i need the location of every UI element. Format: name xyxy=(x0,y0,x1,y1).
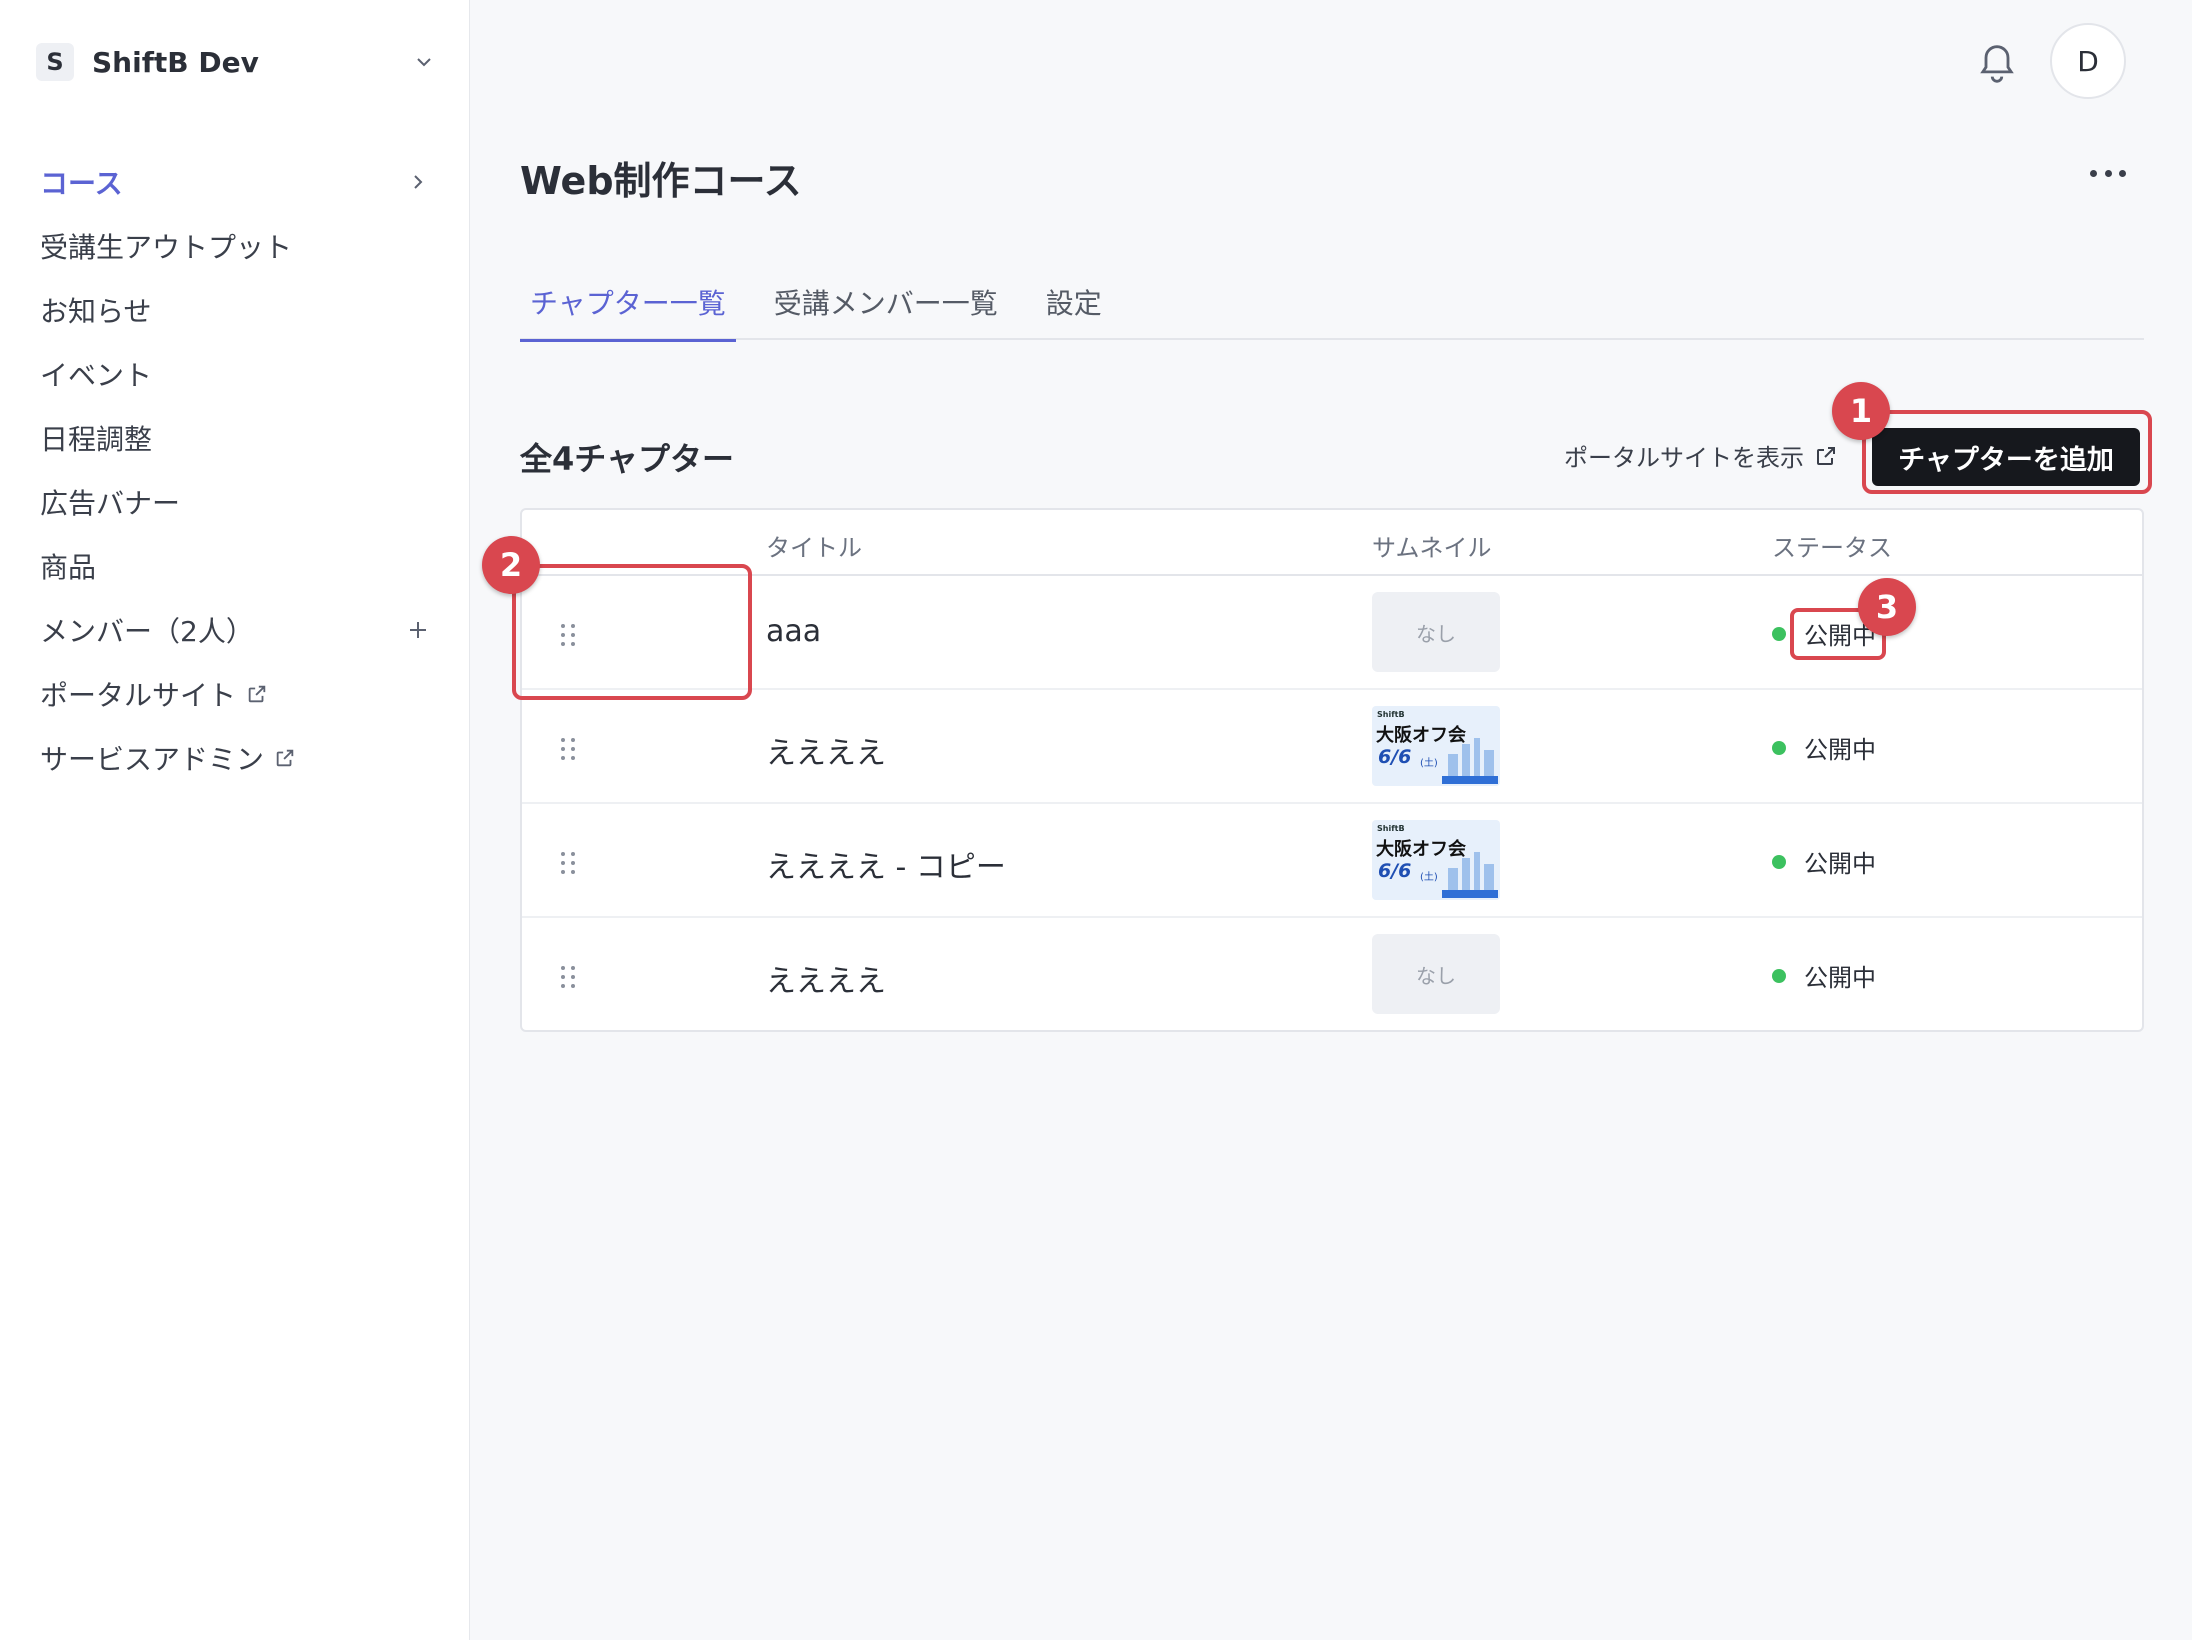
sidebar-item-student-output[interactable]: 受講生アウトプット xyxy=(40,214,430,278)
annotation-badge-1: 1 xyxy=(1832,382,1890,440)
sidebar-item-products[interactable]: 商品 xyxy=(40,534,430,598)
sidebar-item-label: イベント xyxy=(40,359,153,392)
sidebar: S ShiftB Dev コース 受講生アウトプット お知らせ イベント 日程調… xyxy=(0,0,470,1640)
sidebar-item-service-admin[interactable]: サービスアドミン xyxy=(40,726,430,790)
bell-icon[interactable] xyxy=(1978,42,2016,86)
sidebar-item-scheduling[interactable]: 日程調整 xyxy=(40,406,430,470)
annotation-badge-2: 2 xyxy=(482,536,540,594)
status-label: 公開中 xyxy=(1804,964,1876,992)
chapter-title[interactable]: ええええ xyxy=(766,728,886,772)
thumbnail-day: (土) xyxy=(1420,758,1438,769)
workspace-name: ShiftB Dev xyxy=(92,45,259,79)
status-dot xyxy=(1772,740,1786,755)
tab-members[interactable]: 受講メンバー一覧 xyxy=(764,278,1008,340)
thumbnail-placeholder: なし xyxy=(1372,934,1500,1014)
external-link-icon xyxy=(1817,446,1835,465)
castle-illustration xyxy=(1442,852,1498,898)
portal-site-link-label: ポータルサイトを表示 xyxy=(1564,444,1804,472)
sidebar-item-members[interactable]: メンバー（2人） xyxy=(40,598,430,662)
sidebar-item-label: 商品 xyxy=(40,551,97,584)
table-row[interactable]: ええええ - コピー ShiftB 大阪オフ会 6/6 (土) 公開中 xyxy=(522,804,2142,918)
status-dot xyxy=(1772,626,1786,641)
column-header-status: ステータス xyxy=(1772,534,1892,562)
sidebar-item-label: お知らせ xyxy=(40,295,152,328)
chapter-count: 全4チャプター xyxy=(520,440,734,478)
external-link-icon xyxy=(248,685,266,703)
tab-settings[interactable]: 設定 xyxy=(1036,278,1112,340)
sidebar-item-label: 受講生アウトプット xyxy=(40,231,293,264)
sidebar-item-notices[interactable]: お知らせ xyxy=(40,278,430,342)
sidebar-item-label: ポータルサイト xyxy=(40,679,237,712)
sidebar-nav: コース 受講生アウトプット お知らせ イベント 日程調整 広告バナー 商品 メン… xyxy=(40,150,430,790)
sidebar-item-events[interactable]: イベント xyxy=(40,342,430,406)
castle-illustration xyxy=(1442,738,1498,784)
status-badge: 公開中 xyxy=(1772,844,1876,879)
column-header-title: タイトル xyxy=(766,534,862,562)
status-dot xyxy=(1772,854,1786,869)
table-row[interactable]: ええええ なし 公開中 xyxy=(522,918,2142,1032)
status-badge: 公開中 xyxy=(1772,958,1876,993)
sidebar-item-label: 日程調整 xyxy=(40,423,153,456)
status-badge: 公開中 xyxy=(1772,730,1876,765)
table-header: タイトル サムネイル ステータス xyxy=(522,510,2142,576)
drag-handle-icon[interactable] xyxy=(558,964,578,990)
thumbnail-date: 6/6 xyxy=(1378,746,1412,768)
drag-handle-icon[interactable] xyxy=(558,736,578,762)
sidebar-item-course[interactable]: コース xyxy=(40,150,430,214)
sidebar-item-ad-banner[interactable]: 広告バナー xyxy=(40,470,430,534)
thumbnail-placeholder: なし xyxy=(1372,592,1500,672)
chapter-title[interactable]: ええええ - コピー xyxy=(766,842,1006,886)
sidebar-item-label: コース xyxy=(40,167,123,200)
status-dot xyxy=(1772,968,1786,983)
chapter-title[interactable]: aaa xyxy=(766,614,821,649)
tab-chapters[interactable]: チャプター一覧 xyxy=(520,278,736,342)
thumbnail-image: ShiftB 大阪オフ会 6/6 (土) xyxy=(1372,820,1500,900)
annotation-badge-3: 3 xyxy=(1858,578,1916,636)
chevron-down-icon[interactable] xyxy=(412,50,436,74)
thumbnail-image: ShiftB 大阪オフ会 6/6 (土) xyxy=(1372,706,1500,786)
chapter-title[interactable]: ええええ xyxy=(766,956,886,1000)
sidebar-item-label: メンバー（2人） xyxy=(40,615,254,648)
workspace-switcher[interactable]: S ShiftB Dev xyxy=(36,42,436,82)
sidebar-item-label: サービスアドミン xyxy=(40,743,265,776)
thumbnail-brand: ShiftB xyxy=(1377,710,1405,719)
portal-site-link[interactable]: ポータルサイトを表示 xyxy=(1564,438,1838,473)
annotation-box-drag-handle xyxy=(512,564,752,700)
more-options-icon[interactable] xyxy=(2090,170,2126,180)
drag-handle-icon[interactable] xyxy=(558,850,578,876)
sidebar-item-label: 広告バナー xyxy=(40,487,181,520)
plus-icon[interactable] xyxy=(406,618,430,642)
workspace-badge: S xyxy=(36,43,74,81)
status-label: 公開中 xyxy=(1804,736,1876,764)
tab-bar: チャプター一覧 受講メンバー一覧 設定 xyxy=(520,278,2144,342)
chevron-right-icon xyxy=(414,175,423,189)
annotation-box-add-chapter xyxy=(1862,410,2152,494)
table-row[interactable]: ええええ ShiftB 大阪オフ会 6/6 (土) 公開中 xyxy=(522,690,2142,804)
thumbnail-day: (土) xyxy=(1420,872,1438,883)
column-header-thumbnail: サムネイル xyxy=(1372,534,1492,562)
page-title: Web制作コース xyxy=(520,159,802,203)
avatar[interactable]: D xyxy=(2050,23,2126,99)
status-label: 公開中 xyxy=(1804,850,1876,878)
external-link-icon xyxy=(276,749,294,767)
thumbnail-date: 6/6 xyxy=(1378,860,1412,882)
sidebar-item-portal-site[interactable]: ポータルサイト xyxy=(40,662,430,726)
thumbnail-brand: ShiftB xyxy=(1377,824,1405,833)
